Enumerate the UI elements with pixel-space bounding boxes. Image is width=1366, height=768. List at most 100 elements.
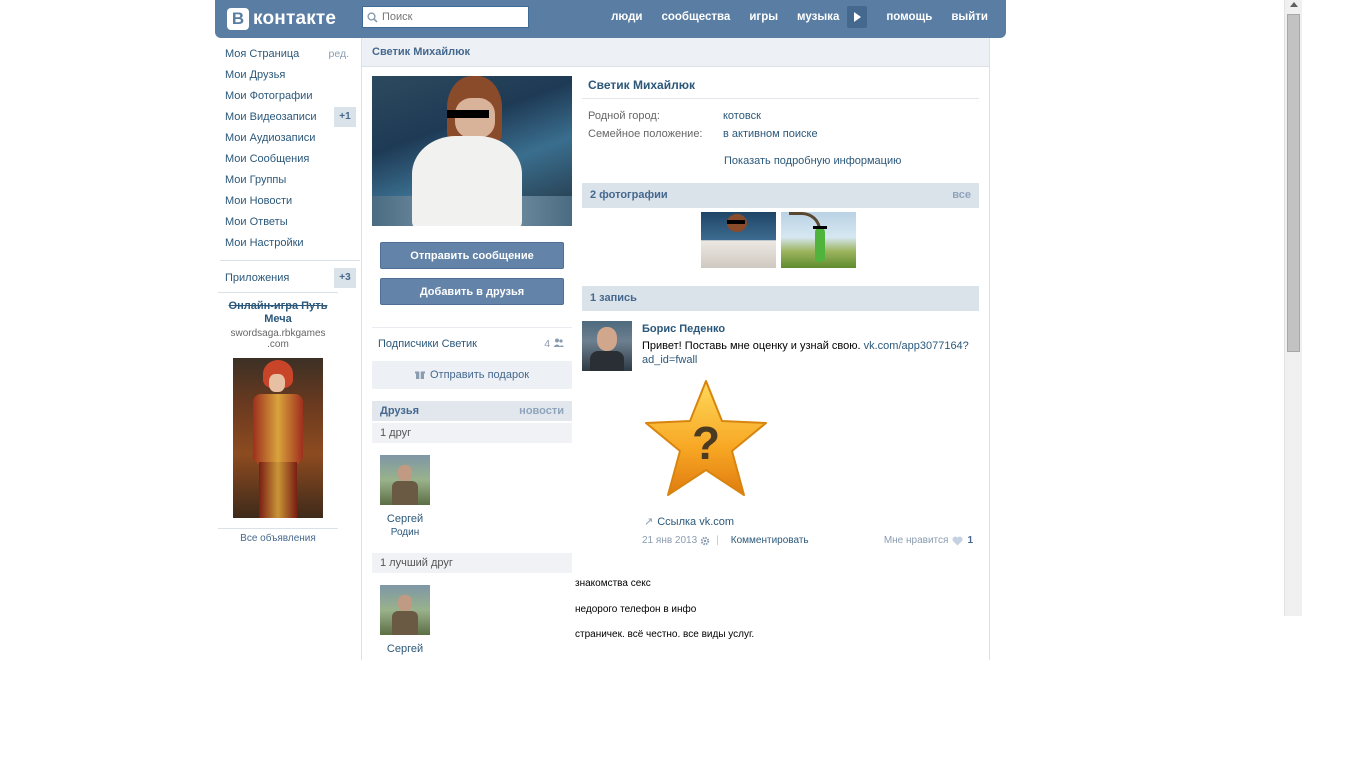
top-nav: люди сообщества игры музыка помощь выйти xyxy=(592,0,988,34)
spam-text-line: знакомства секс xyxy=(575,578,651,589)
profile-right-column: Светик Михайлюк Родной город: котовск Се… xyxy=(582,76,979,561)
ad-title-line1: Онлайн-игра Путь xyxy=(228,300,328,312)
like-label: Мне нравится xyxy=(883,535,949,546)
photos-all-link[interactable]: все xyxy=(952,189,971,201)
scrollbar[interactable] xyxy=(1284,0,1302,616)
divider xyxy=(220,260,360,261)
post-author[interactable]: Борис Педенко xyxy=(642,323,725,335)
sidebar-item-my-page[interactable]: Моя Страница ред. xyxy=(225,46,357,67)
sidebar-item-label: Мои Друзья xyxy=(225,69,286,81)
sidebar-item-label: Мои Аудиозаписи xyxy=(225,132,316,144)
people-icon xyxy=(553,338,564,347)
all-ads-link[interactable]: Все объявления xyxy=(218,533,338,544)
photos-strip xyxy=(582,212,979,286)
friends-header[interactable]: Друзья новости xyxy=(372,401,572,421)
page-title: Светик Михайлюк xyxy=(362,38,989,67)
subscribers-count: 4 xyxy=(544,338,564,350)
info-value[interactable]: котовск xyxy=(723,110,761,122)
info-row-relationship: Семейное положение: в активном поиске xyxy=(582,128,979,146)
edit-link[interactable]: ред. xyxy=(329,46,350,62)
sidebar-item-label: Мои Ответы xyxy=(225,216,288,228)
sidebar-item-label: Мои Фотографии xyxy=(225,90,313,102)
sidebar-item-audio[interactable]: Мои Аудиозаписи xyxy=(225,130,357,151)
nav-people[interactable]: люди xyxy=(611,11,642,23)
wall-post: Борис Педенко Привет! Поставь мне оценку… xyxy=(582,321,979,561)
gift-icon xyxy=(414,371,425,379)
sidebar-item-answers[interactable]: Мои Ответы xyxy=(225,214,357,235)
sidebar-item-apps[interactable]: Приложения +3 xyxy=(225,268,357,291)
sidebar-item-photos[interactable]: Мои Фотографии xyxy=(225,88,357,109)
logo-text: контакте xyxy=(253,8,337,29)
show-more-info-link[interactable]: Показать подробную информацию xyxy=(582,155,979,167)
friend-avatar[interactable] xyxy=(380,585,430,635)
friend-name[interactable]: Сергей Родин xyxy=(380,513,430,539)
post-author-avatar[interactable] xyxy=(582,321,632,371)
wall-header: 1 запись xyxy=(582,286,979,311)
nav-communities[interactable]: сообщества xyxy=(661,11,730,23)
scroll-thumb[interactable] xyxy=(1287,14,1300,352)
ad-title[interactable]: Онлайн-игра Путь Меча xyxy=(218,300,338,326)
sidebar-item-settings[interactable]: Мои Настройки xyxy=(225,235,357,256)
post-text: Привет! Поставь мне оценку и узнай свою.… xyxy=(642,340,969,366)
info-value[interactable]: в активном поиске xyxy=(723,128,818,140)
profile-content: Светик Михайлюк Отправить сообщение Доба… xyxy=(361,38,990,660)
friends-title: Друзья xyxy=(380,405,420,417)
sidebar-item-label: Приложения xyxy=(225,272,290,284)
gear-icon[interactable] xyxy=(700,536,710,546)
send-gift-button[interactable]: Отправить подарок xyxy=(372,361,572,389)
friends-news-link[interactable]: новости xyxy=(519,405,564,417)
top-bar: В контакте люди сообщества игры музыка п… xyxy=(215,0,1006,38)
ad-image[interactable] xyxy=(233,358,323,518)
nav-games[interactable]: игры xyxy=(749,11,778,23)
sidebar-item-label: Мои Сообщения xyxy=(225,153,310,165)
comment-button[interactable]: Комментировать xyxy=(731,535,809,546)
posts-title: 1 запись xyxy=(590,292,637,304)
friend-card[interactable]: Сергей Родин xyxy=(372,443,438,539)
sidebar-item-news[interactable]: Мои Новости xyxy=(225,193,357,214)
info-label: Родной город: xyxy=(588,110,660,122)
nav-music[interactable]: музыка xyxy=(797,11,839,23)
ad-url-line1: swordsaga.rbkgames xyxy=(230,328,326,339)
ad-url: swordsaga.rbkgames .com xyxy=(218,328,338,350)
divider: | xyxy=(716,535,719,546)
spam-text-line: недорого телефон в инфо xyxy=(575,604,697,615)
friend-name[interactable]: Сергей xyxy=(380,643,430,656)
info-row-hometown: Родной город: котовск xyxy=(582,110,979,128)
friend-card[interactable]: Сергей xyxy=(372,573,438,656)
photo-thumb[interactable] xyxy=(781,212,856,268)
photo-thumb[interactable] xyxy=(701,212,776,268)
nav-logout[interactable]: выйти xyxy=(951,11,988,23)
search-input[interactable] xyxy=(382,11,522,23)
friend-avatar[interactable] xyxy=(380,455,430,505)
nav-help[interactable]: помощь xyxy=(886,11,932,23)
send-message-button[interactable]: Отправить сообщение xyxy=(380,242,564,269)
logo[interactable]: В контакте xyxy=(227,7,336,31)
play-icon xyxy=(854,12,862,22)
profile-left-column: Отправить сообщение Добавить в друзья По… xyxy=(372,76,572,656)
ad-url-line2: .com xyxy=(267,339,289,350)
apps-badge: +3 xyxy=(334,268,356,288)
subscribers-label: Подписчики Светик xyxy=(378,338,477,350)
profile-name: Светик Михайлюк xyxy=(582,76,979,99)
add-friend-button[interactable]: Добавить в друзья xyxy=(380,278,564,305)
attachment-link[interactable]: ↗ Ссылка vk.com xyxy=(644,515,734,528)
sidebar-item-videos[interactable]: Мои Видеозаписи +1 xyxy=(225,107,357,130)
search-box[interactable] xyxy=(362,6,529,28)
star-question-icon[interactable]: ? xyxy=(642,377,770,501)
sidebar-item-messages[interactable]: Мои Сообщения xyxy=(225,151,357,172)
sidebar-item-friends[interactable]: Мои Друзья xyxy=(225,67,357,88)
info-label: Семейное положение: xyxy=(588,128,703,140)
subscribers-link[interactable]: Подписчики Светик 4 xyxy=(372,327,572,357)
ad-title-line2: Меча xyxy=(264,313,292,325)
sidebar-item-groups[interactable]: Мои Группы xyxy=(225,172,357,193)
post-date[interactable]: 21 янв 2013 xyxy=(642,535,697,546)
music-play-button[interactable] xyxy=(847,6,868,28)
divider xyxy=(218,292,338,293)
search-icon xyxy=(367,11,378,23)
photos-header[interactable]: 2 фотографии все xyxy=(582,183,979,208)
profile-photo[interactable] xyxy=(372,76,572,226)
scroll-up-arrow-icon[interactable] xyxy=(1290,2,1298,7)
like-button[interactable]: Мне нравится 1 xyxy=(884,535,973,546)
svg-text:?: ? xyxy=(692,417,720,469)
sidebar-item-label: Мои Настройки xyxy=(225,237,304,249)
